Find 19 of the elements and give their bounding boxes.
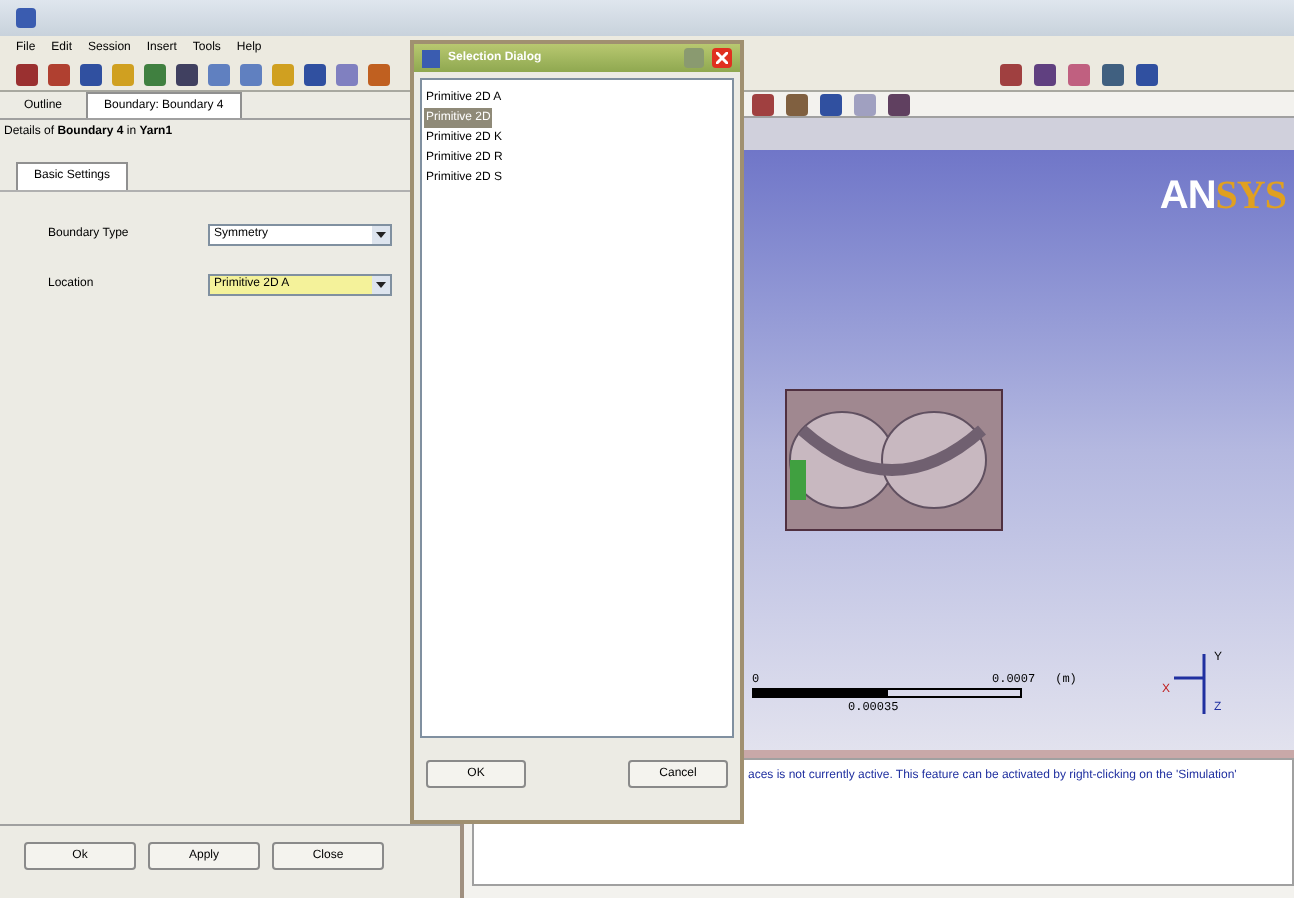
toolbar-icon[interactable] <box>304 64 326 86</box>
toolbar-icon[interactable] <box>1034 64 1056 86</box>
toolbar-icon[interactable] <box>80 64 102 86</box>
toolbar-icon[interactable] <box>176 64 198 86</box>
toolbar-icon[interactable] <box>1102 64 1124 86</box>
toolbar-icon[interactable] <box>1000 64 1022 86</box>
app-icon <box>16 8 36 28</box>
logo: ANSYS <box>1159 172 1286 222</box>
close-button[interactable] <box>712 48 732 68</box>
toolbar-icon[interactable] <box>16 64 38 86</box>
caret-icon <box>372 276 390 294</box>
toolbar-icon[interactable] <box>752 93 774 115</box>
toolbar-icon[interactable] <box>820 93 842 115</box>
toolbar-icon[interactable] <box>786 93 808 115</box>
caret-icon <box>372 226 390 244</box>
toolbar-icon[interactable] <box>1136 64 1158 86</box>
dialog-icon <box>422 49 440 67</box>
toolbar-icon[interactable] <box>888 93 910 115</box>
close-icon <box>716 52 728 64</box>
